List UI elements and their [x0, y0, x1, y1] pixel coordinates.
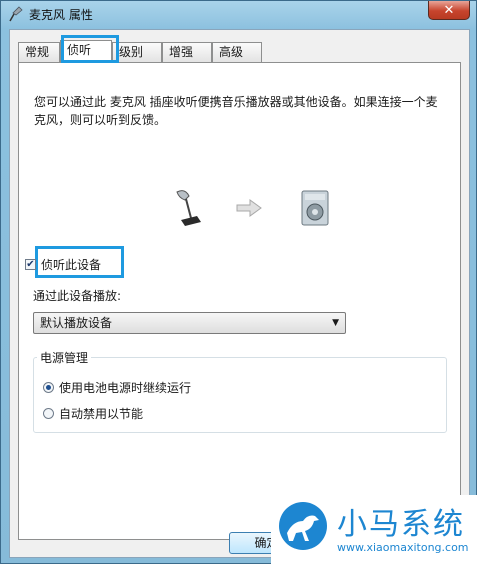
window-title: 麦克风 属性: [29, 8, 93, 22]
dialog-client: 常规 侦听 级别 增强 高级 您可以通过此 麦克风 插座收听便携音乐播放器或其他…: [9, 29, 470, 558]
radio-keep-running-label: 使用电池电源时继续运行: [59, 381, 192, 395]
microphone-icon: [176, 190, 201, 226]
description-text: 您可以通过此 麦克风 插座收听便携音乐播放器或其他设备。如果连接一个麦克风，则可…: [34, 95, 438, 127]
watermark: 小马系统 www.xiaomaxitong.com: [271, 495, 477, 564]
chevron-down-icon: ▼: [332, 318, 339, 328]
listen-checkbox[interactable]: ✔: [25, 259, 36, 270]
speaker-icon: [301, 190, 329, 226]
radio-auto-disable[interactable]: [43, 408, 54, 419]
playback-label: 通过此设备播放:: [33, 289, 122, 303]
title-bar[interactable]: 麦克风 属性 ✕: [1, 1, 476, 27]
power-management-label: 电源管理: [37, 349, 92, 366]
tab-advanced[interactable]: 高级: [212, 42, 262, 62]
tab-general[interactable]: 常规: [18, 42, 60, 62]
playback-device-value: 默认播放设备: [40, 316, 113, 330]
tab-highlight-box: [61, 35, 119, 63]
playback-device-select[interactable]: 默认播放设备 ▼: [33, 312, 346, 334]
horse-logo-icon: [279, 502, 327, 550]
radio-auto-disable-label: 自动禁用以节能: [59, 407, 144, 421]
tab-panel: 您可以通过此 麦克风 插座收听便携音乐播放器或其他设备。如果连接一个麦克风，则可…: [18, 62, 461, 540]
close-icon: ✕: [443, 2, 455, 18]
tab-levels[interactable]: 级别: [112, 42, 162, 62]
properties-window: 麦克风 属性 ✕ 常规 侦听 级别 增强 高级 您可以通过此 麦克风 插座收听便…: [0, 0, 477, 564]
close-button[interactable]: ✕: [428, 1, 470, 20]
microphone-icon: [9, 6, 23, 22]
radio-keep-running[interactable]: [43, 382, 54, 393]
tab-enhancements[interactable]: 增强: [162, 42, 212, 62]
watermark-brand: 小马系统: [337, 507, 465, 542]
arrow-right-icon: [236, 199, 262, 217]
watermark-url: www.xiaomaxitong.com: [337, 541, 469, 554]
listen-checkbox-label: 侦听此设备: [41, 258, 102, 272]
